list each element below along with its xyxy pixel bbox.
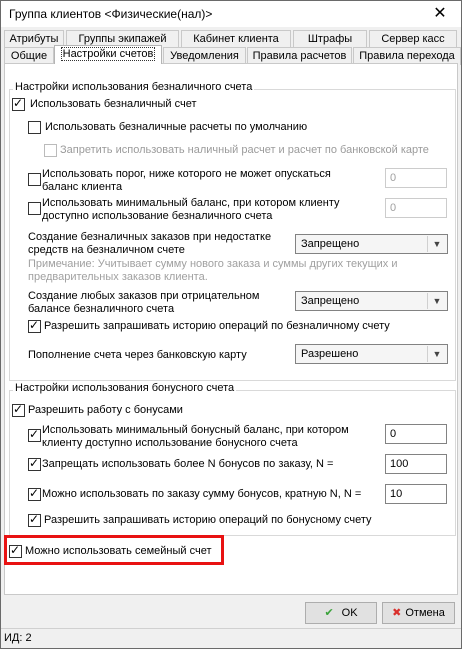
- min-bonus-checkbox[interactable]: [28, 427, 41, 442]
- use-cashless-default-checkbox[interactable]: [28, 121, 41, 134]
- forbid-more-n-checkbox[interactable]: [28, 456, 41, 471]
- highlight-box: [4, 535, 224, 565]
- min-balance-label-line2: доступно использование безналичного счет…: [42, 210, 273, 222]
- dialog-window: Группа клиентов <Физические(нал)> ✕ Атри…: [0, 0, 462, 649]
- threshold-label-line2: баланс клиента: [42, 181, 123, 193]
- title-bar: Группа клиентов <Физические(нал)> ✕: [1, 1, 461, 27]
- min-bonus-label-line2: клиенту доступно использование бонусного…: [42, 437, 298, 449]
- threshold-input[interactable]: 0: [385, 168, 447, 188]
- any-orders-label-line2: балансе безналичного счета: [28, 303, 175, 315]
- bonus-group-title: Настройки использования бонусного счета: [13, 382, 237, 394]
- chevron-down-icon: ▼: [427, 236, 446, 252]
- status-bar: ИД: 2: [1, 628, 461, 648]
- create-orders-label-line2: средств на безналичном счете: [28, 244, 185, 256]
- forbid-cash-checkbox[interactable]: [44, 144, 57, 157]
- tab-account-settings[interactable]: Настройки счетов: [54, 45, 162, 64]
- any-orders-select[interactable]: Запрещено ▼: [295, 291, 448, 311]
- use-cashless-checkbox[interactable]: [12, 96, 25, 111]
- cashless-group-title: Настройки использования безналичного сче…: [13, 81, 255, 93]
- min-balance-checkbox[interactable]: [28, 202, 41, 215]
- threshold-checkbox[interactable]: [28, 173, 41, 186]
- note-line2: предварительных заказов клиента.: [28, 271, 208, 283]
- any-orders-value: Запрещено: [301, 295, 360, 307]
- min-balance-label-line1: Использовать минимальный баланс, при кот…: [42, 197, 340, 209]
- chevron-down-icon: ▼: [427, 293, 446, 309]
- any-orders-label-line1: Создание любых заказов при отрицательном: [28, 290, 260, 302]
- chevron-down-icon: ▼: [427, 346, 446, 362]
- topup-select[interactable]: Разрешено ▼: [295, 344, 448, 364]
- use-cashless-label: Использовать безналичный счет: [30, 98, 197, 110]
- tab-client-cabinet[interactable]: Кабинет клиента: [181, 30, 291, 48]
- create-orders-value: Запрещено: [301, 238, 360, 250]
- min-balance-input[interactable]: 0: [385, 198, 447, 218]
- topup-value: Разрешено: [301, 348, 359, 360]
- allow-bonus-history-label: Разрешить запрашивать историю операций п…: [44, 514, 372, 526]
- forbid-more-n-label: Запрещать использовать более N бонусов п…: [42, 458, 334, 470]
- allow-history-label: Разрешить запрашивать историю операций п…: [44, 320, 390, 332]
- min-bonus-input[interactable]: 0: [385, 424, 447, 444]
- cancel-label: Отмена: [405, 607, 445, 619]
- forbid-cash-label: Запретить использовать наличный расчет и…: [60, 144, 429, 156]
- cancel-button[interactable]: ✖ Отмена: [382, 602, 455, 624]
- cross-icon: ✖: [392, 606, 402, 619]
- multiple-n-input[interactable]: 10: [385, 484, 447, 504]
- check-icon: ✔: [324, 606, 334, 619]
- create-orders-select[interactable]: Запрещено ▼: [295, 234, 448, 254]
- allow-bonus-checkbox[interactable]: [12, 402, 25, 417]
- close-icon[interactable]: ✕: [429, 4, 451, 24]
- allow-bonus-label: Разрешить работу с бонусами: [28, 404, 183, 416]
- note-line1: Примечание: Учитывает сумму нового заказ…: [28, 258, 398, 270]
- ok-label: OK: [341, 607, 358, 619]
- min-bonus-label-line1: Использовать минимальный бонусный баланс…: [42, 424, 349, 436]
- use-cashless-default-label: Использовать безналичные расчеты по умол…: [45, 121, 308, 133]
- allow-history-checkbox[interactable]: [28, 318, 41, 333]
- tab-cash-server[interactable]: Сервер касс: [369, 30, 457, 48]
- multiple-n-checkbox[interactable]: [28, 486, 41, 501]
- allow-bonus-history-checkbox[interactable]: [28, 512, 41, 527]
- threshold-label-line1: Использовать порог, ниже которого не мож…: [42, 168, 331, 180]
- window-title: Группа клиентов <Физические(нал)>: [9, 7, 213, 21]
- tab-fines[interactable]: Штрафы: [293, 30, 367, 48]
- multiple-n-label: Можно использовать по заказу сумму бонус…: [42, 488, 362, 500]
- ok-button[interactable]: ✔ OK: [305, 602, 377, 624]
- create-orders-label-line1: Создание безналичных заказов при недоста…: [28, 231, 272, 243]
- topup-label: Пополнение счета через банковскую карту: [28, 349, 247, 361]
- status-text: ИД: 2: [4, 632, 32, 644]
- forbid-more-n-input[interactable]: 100: [385, 454, 447, 474]
